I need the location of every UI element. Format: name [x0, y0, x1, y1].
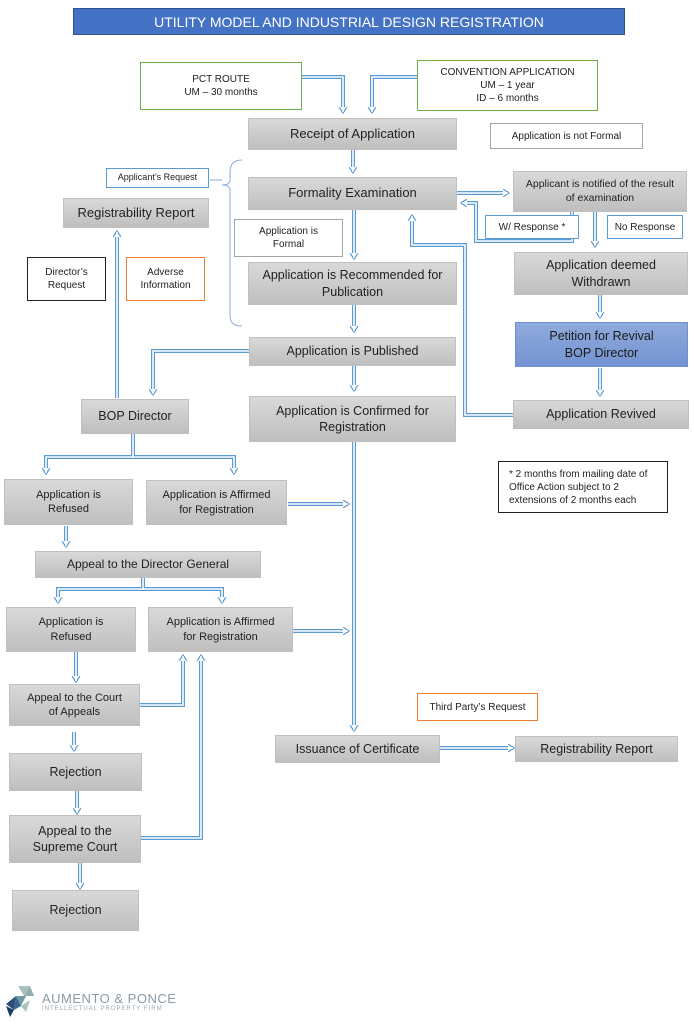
- arrow-revived-formality: [412, 216, 513, 417]
- with-response-label: W/ Response *: [485, 215, 579, 239]
- pct-route-box: PCT ROUTE UM – 30 months: [140, 62, 302, 110]
- rejection-1: Rejection: [9, 753, 142, 791]
- footnote-box: * 2 months from mailing date of Office A…: [498, 461, 668, 513]
- application-revived: Application Revived: [513, 400, 689, 429]
- arrow-appealca-affirmed2: [140, 656, 183, 707]
- logo-mark-icon: [6, 986, 34, 1017]
- arrow-convention-receipt: [372, 75, 417, 112]
- arrow-appealsc-affirmed2: [140, 656, 201, 840]
- arrow-bop-branch: [46, 434, 135, 473]
- registrability-report-bottom: Registrability Report: [515, 736, 678, 762]
- firm-logo: AUMENTO & PONCE INTELLECTUAL PROPERTY FI…: [4, 984, 176, 1018]
- receipt-of-application: Receipt of Application: [248, 118, 457, 150]
- application-refused-1: Application is Refused: [4, 479, 133, 525]
- recommended-for-publication: Application is Recommended for Publicati…: [248, 262, 457, 305]
- registrability-report-top: Registrability Report: [63, 198, 209, 228]
- arrow-appealdg-affirmed2: [143, 587, 222, 602]
- application-affirmed-1: Application is Affirmed for Registration: [146, 480, 287, 525]
- application-refused-2: Application is Refused: [6, 607, 136, 652]
- appeal-court-of-appeals: Appeal to the Court of Appeals: [9, 684, 140, 726]
- formality-examination: Formality Examination: [248, 177, 457, 210]
- arrow-bop-affirmed: [133, 455, 234, 473]
- petition-for-revival: Petition for Revival BOP Director: [515, 322, 688, 367]
- adverse-information-label: Adverse Information: [126, 257, 205, 301]
- appeal-director-general: Appeal to the Director General: [35, 551, 261, 578]
- application-not-formal-label: Application is not Formal: [490, 123, 643, 149]
- logo-name: AUMENTO & PONCE: [42, 990, 177, 1006]
- applicant-notified: Applicant is notified of the result of e…: [513, 171, 687, 212]
- application-formal-label: Application is Formal: [234, 219, 343, 257]
- application-confirmed: Application is Confirmed for Registratio…: [249, 396, 456, 442]
- bop-director: BOP Director: [81, 399, 189, 434]
- arrow-appealdg-refused2: [58, 578, 145, 602]
- applicants-request-label: Applicant’s Request: [106, 168, 209, 188]
- issuance-of-certificate: Issuance of Certificate: [275, 735, 440, 763]
- rejection-2: Rejection: [12, 890, 139, 931]
- convention-application-box: CONVENTION APPLICATION UM – 1 year ID – …: [417, 60, 598, 111]
- application-published: Application is Published: [249, 337, 456, 366]
- logo-tagline: INTELLECTUAL PROPERTY FIRM: [42, 1005, 163, 1012]
- third-party-request-label: Third Party’s Request: [417, 693, 538, 721]
- no-response-label: No Response: [607, 215, 683, 239]
- application-deemed-withdrawn: Application deemed Withdrawn: [514, 252, 688, 295]
- application-affirmed-2: Application is Affirmed for Registration: [148, 607, 293, 652]
- appeal-supreme-court: Appeal to the Supreme Court: [9, 815, 141, 863]
- directors-request-label: Director’s Request: [27, 257, 106, 301]
- arrow-published-bop: [153, 349, 249, 394]
- arrow-pct-receipt: [302, 75, 343, 112]
